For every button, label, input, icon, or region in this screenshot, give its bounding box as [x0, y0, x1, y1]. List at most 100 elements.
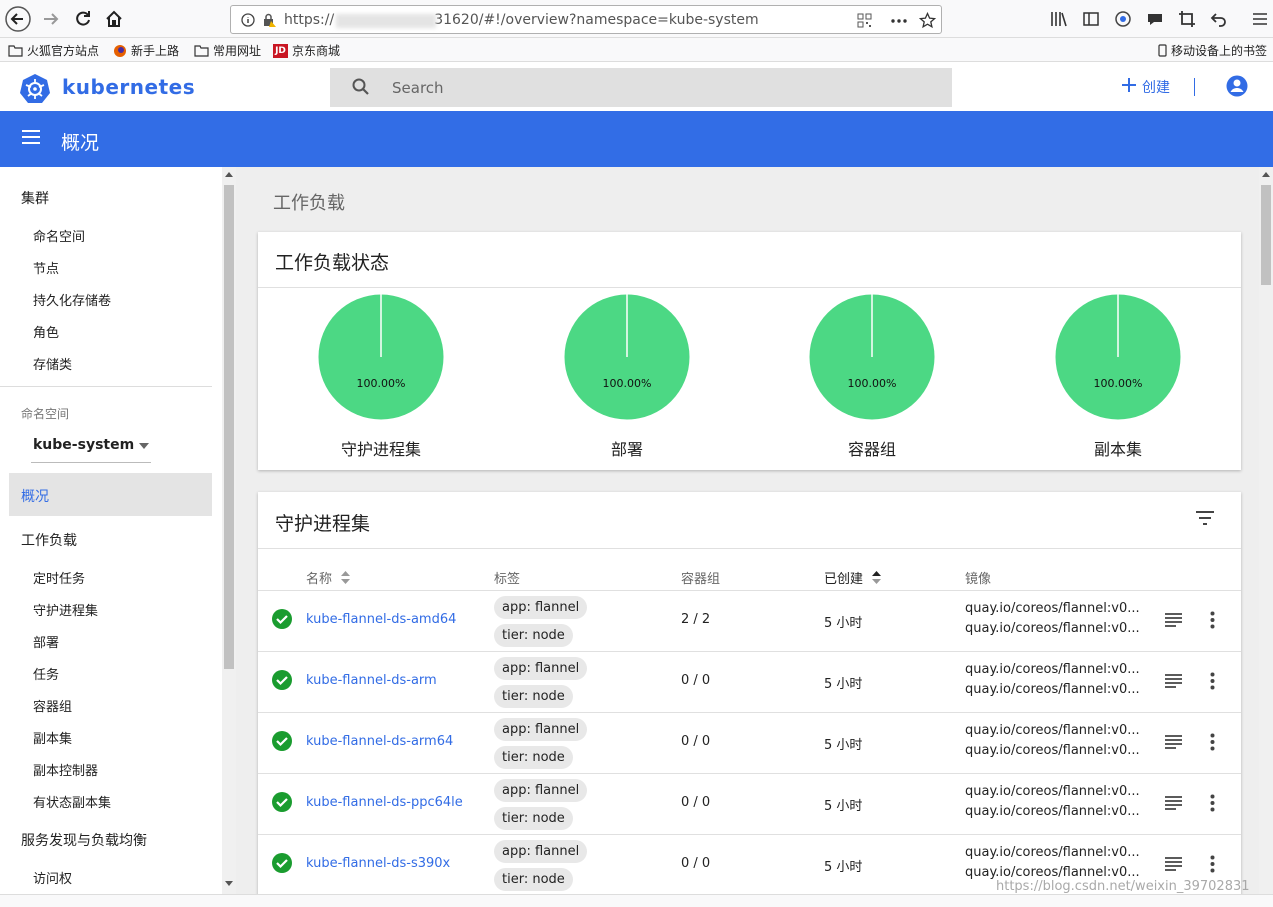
- label-chip: app: flannel: [494, 596, 588, 619]
- status-chart-pods: 100.00% 容器组: [792, 293, 952, 463]
- table-row[interactable]: kube-flannel-ds-amd64 app: flannel tier:…: [258, 590, 1241, 651]
- sidebar-item-pods[interactable]: 容器组: [33, 696, 72, 715]
- success-check-icon: [272, 670, 292, 690]
- sidebar-item-nodes[interactable]: 节点: [33, 258, 59, 277]
- main-scrollbar[interactable]: [1259, 167, 1273, 894]
- more-vert-icon[interactable]: [1210, 733, 1215, 751]
- logs-icon[interactable]: [1165, 674, 1182, 688]
- library-icon[interactable]: [1049, 9, 1069, 29]
- sidebar-item-storage-classes[interactable]: 存储类: [33, 354, 72, 373]
- column-header-created[interactable]: 已创建: [824, 568, 882, 587]
- more-vert-icon[interactable]: [1210, 855, 1215, 873]
- table-row[interactable]: kube-flannel-ds-arm64 app: flannel tier:…: [258, 712, 1241, 773]
- daemonset-name-link[interactable]: kube-flannel-ds-s390x: [306, 856, 450, 871]
- table-row[interactable]: kube-flannel-ds-arm app: flannel tier: n…: [258, 651, 1241, 712]
- main-scroll-thumb[interactable]: [1261, 185, 1271, 285]
- mobile-bookmarks-label: 移动设备上的书签: [1171, 44, 1268, 58]
- label-chip: app: flannel: [494, 718, 588, 741]
- sidebar-heading-cluster[interactable]: 集群: [21, 188, 49, 208]
- sidebar-item-namespaces[interactable]: 命名空间: [33, 226, 85, 245]
- dropdown-arrow-icon: [139, 443, 149, 449]
- folder-icon: [8, 44, 23, 57]
- sidebar-item-daemonsets[interactable]: 守护进程集: [33, 600, 98, 619]
- label-chip: tier: node: [494, 746, 573, 769]
- forward-button[interactable]: [38, 6, 64, 32]
- sidebar-toggle-icon[interactable]: [1081, 9, 1101, 29]
- undo-icon[interactable]: [1209, 9, 1229, 29]
- pie-chart: [1055, 294, 1181, 420]
- mobile-bookmarks[interactable]: 移动设备上的书签: [1158, 42, 1267, 59]
- card-divider: [258, 287, 1241, 288]
- namespace-select[interactable]: kube-system: [31, 433, 151, 463]
- extension-icon[interactable]: [1113, 9, 1133, 29]
- image-name: quay.io/coreos/flannel:v0...: [965, 845, 1140, 860]
- nav-menu-icon[interactable]: [22, 130, 40, 144]
- table-header: 名称 标签 容器组 已创建 镜像: [258, 548, 1241, 590]
- pie-percent: 100.00%: [356, 377, 406, 390]
- bookmark-item[interactable]: JD 京东商城: [273, 42, 340, 59]
- daemonset-name-link[interactable]: kube-flannel-ds-arm: [306, 673, 437, 688]
- chat-icon[interactable]: [1145, 9, 1165, 29]
- search-bar[interactable]: Search: [330, 68, 952, 107]
- sidebar-item-overview[interactable]: 概况: [9, 473, 212, 516]
- account-icon[interactable]: [1226, 75, 1248, 97]
- pie-label: 副本集: [1093, 440, 1142, 459]
- sidebar-item-replicasets[interactable]: 副本集: [33, 728, 72, 747]
- mobile-device-icon: [1158, 44, 1167, 57]
- sidebar-heading-discovery[interactable]: 服务发现与负载均衡: [21, 830, 147, 850]
- pods-count: 0 / 0: [681, 856, 711, 871]
- more-vert-icon[interactable]: [1210, 794, 1215, 812]
- table-row[interactable]: kube-flannel-ds-ppc64le app: flannel tie…: [258, 773, 1241, 834]
- daemonset-name-link[interactable]: kube-flannel-ds-ppc64le: [306, 795, 463, 810]
- logs-icon[interactable]: [1165, 735, 1182, 749]
- reload-button[interactable]: [70, 6, 96, 32]
- success-check-icon: [272, 853, 292, 873]
- back-button[interactable]: [5, 6, 31, 32]
- sidebar-item-roles[interactable]: 角色: [33, 322, 59, 341]
- logs-icon[interactable]: [1165, 857, 1182, 871]
- filter-icon[interactable]: [1195, 511, 1215, 525]
- bookmark-item[interactable]: 常用网址: [194, 42, 261, 59]
- image-name: quay.io/coreos/flannel:v0...: [965, 865, 1140, 880]
- sidebar-item-replication-controllers[interactable]: 副本控制器: [33, 760, 98, 779]
- status-chart-deployments: 100.00% 部署: [547, 293, 707, 463]
- search-input[interactable]: Search: [392, 79, 444, 97]
- daemonset-name-link[interactable]: kube-flannel-ds-arm64: [306, 734, 453, 749]
- workload-status-card: 工作负载状态 100.00% 守护进程集 100.00% 部署 100.00% …: [258, 232, 1241, 470]
- sidebar-item-cronjobs[interactable]: 定时任务: [33, 568, 85, 587]
- sidebar-item-jobs[interactable]: 任务: [33, 664, 59, 683]
- pie-percent: 100.00%: [1093, 377, 1143, 390]
- pie-percent: 100.00%: [602, 377, 652, 390]
- create-button[interactable]: 创建: [1120, 73, 1170, 97]
- sidebar-scrollbar[interactable]: [222, 167, 236, 894]
- more-vert-icon[interactable]: [1210, 672, 1215, 690]
- column-header-pods: 容器组: [681, 572, 721, 587]
- pods-count: 0 / 0: [681, 795, 711, 810]
- column-header-name[interactable]: 名称: [306, 568, 351, 587]
- firefox-icon: [114, 44, 126, 57]
- sidebar-scroll-thumb[interactable]: [224, 185, 234, 669]
- label-chip: tier: node: [494, 624, 573, 647]
- logs-icon[interactable]: [1165, 796, 1182, 810]
- sidebar-item-ingress[interactable]: 访问权: [33, 868, 72, 887]
- label-chip: app: flannel: [494, 779, 588, 802]
- address-bar[interactable]: https://31620/#!/overview?namespace=kube…: [230, 5, 942, 34]
- insecure-lock-icon: [264, 13, 276, 27]
- crop-screenshot-icon[interactable]: [1177, 9, 1197, 29]
- bookmark-item[interactable]: 火狐官方站点: [8, 42, 99, 59]
- sidebar-heading-workloads[interactable]: 工作负载: [21, 530, 77, 550]
- menu-hamburger-icon[interactable]: [1250, 9, 1270, 29]
- daemonset-name-link[interactable]: kube-flannel-ds-amd64: [306, 612, 456, 627]
- more-vert-icon[interactable]: [1210, 611, 1215, 629]
- kubernetes-logo-icon[interactable]: [20, 73, 50, 103]
- home-button[interactable]: [101, 6, 127, 32]
- logs-icon[interactable]: [1165, 613, 1182, 627]
- app-logo-text[interactable]: kubernetes: [62, 75, 195, 99]
- sidebar-item-statefulsets[interactable]: 有状态副本集: [33, 792, 111, 811]
- sidebar-item-deployments[interactable]: 部署: [33, 632, 59, 651]
- browser-status-bar: [0, 894, 1273, 907]
- pie-label: 部署: [610, 440, 643, 459]
- sidebar-item-persistent-volumes[interactable]: 持久化存储卷: [33, 290, 111, 309]
- bookmark-item[interactable]: 新手上路: [113, 42, 179, 59]
- pie-label: 容器组: [847, 440, 896, 459]
